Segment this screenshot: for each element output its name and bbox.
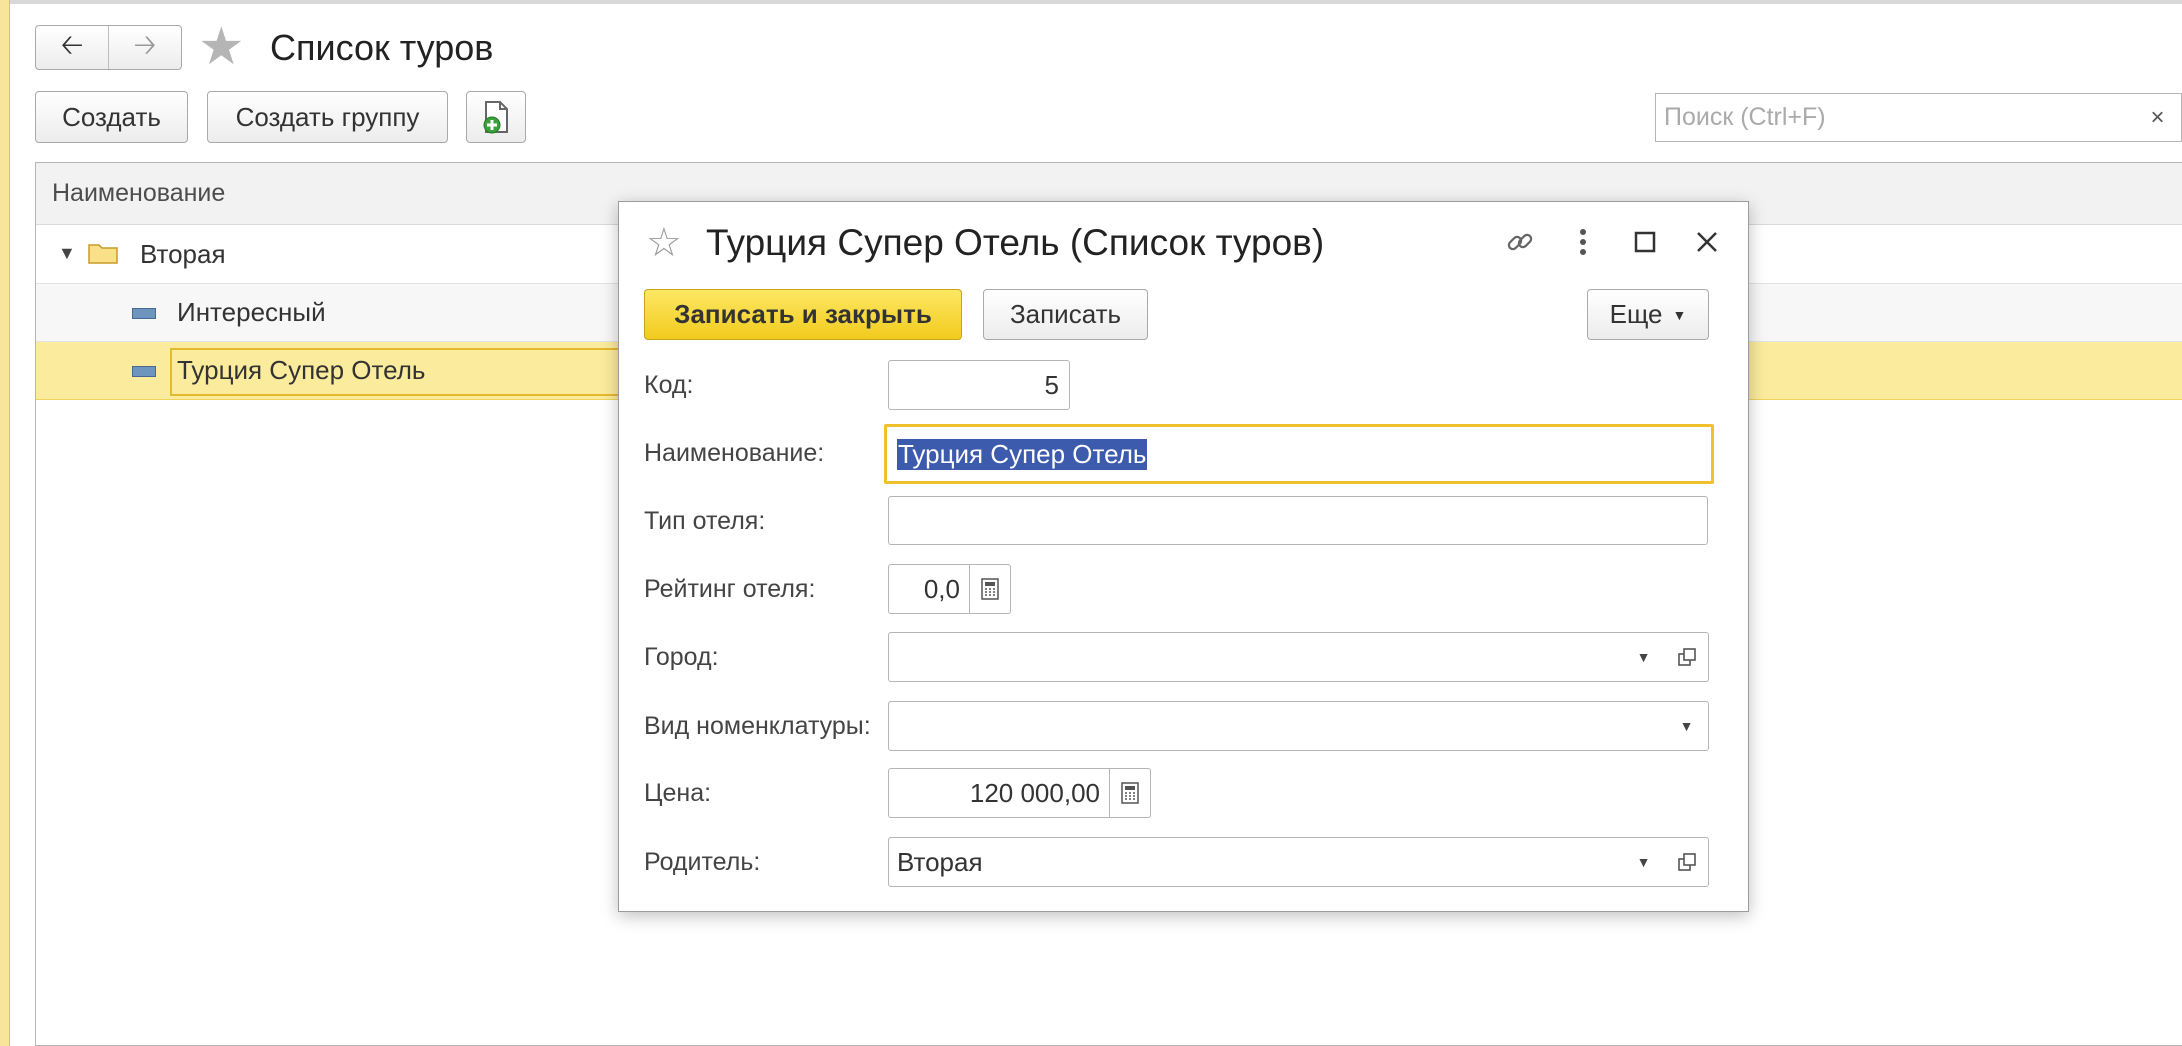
code-field[interactable]: 5 <box>888 360 1070 410</box>
more-menu-label: Еще <box>1609 299 1663 329</box>
search-clear-button[interactable]: × <box>2134 93 2182 142</box>
chevron-down-icon: ▼ <box>1636 649 1651 665</box>
back-button[interactable]: 🡠 <box>36 26 109 69</box>
nomenclature-kind-field[interactable] <box>888 701 1666 751</box>
more-actions-button[interactable] <box>1563 222 1603 262</box>
hotel-rating-label: Рейтинг отеля: <box>644 575 816 603</box>
city-open-button[interactable] <box>1665 632 1709 682</box>
city-label: Город: <box>644 643 719 671</box>
top-border <box>10 0 2182 4</box>
parent-open-button[interactable] <box>1665 837 1709 887</box>
name-field[interactable]: Турция Супер Отель <box>884 424 1714 484</box>
page-title: Список туров <box>270 27 494 68</box>
price-field[interactable]: 120 000,00 <box>888 768 1110 818</box>
name-label: Наименование: <box>644 439 825 467</box>
maximize-icon <box>1634 231 1656 253</box>
price-label: Цена: <box>644 779 712 807</box>
chevron-down-icon: ▼ <box>1679 718 1694 734</box>
create-group-button[interactable]: Создать группу <box>207 91 448 143</box>
city-dropdown-button[interactable]: ▼ <box>1622 632 1666 682</box>
arrow-right-icon: 🡢 <box>133 28 157 60</box>
list-item-label: Интересный <box>177 297 326 327</box>
search-input[interactable]: Поиск (Ctrl+F) <box>1655 93 2135 142</box>
close-icon: × <box>2150 103 2165 131</box>
maximize-button[interactable] <box>1625 222 1665 262</box>
more-menu-button[interactable]: Еще ▼ <box>1587 289 1709 340</box>
hotel-rating-field[interactable]: 0,0 <box>888 564 970 614</box>
folder-icon <box>88 244 118 264</box>
new-document-button[interactable] <box>466 91 526 143</box>
forward-button[interactable]: 🡢 <box>109 26 181 69</box>
element-icon <box>132 308 156 319</box>
left-panel-strip <box>0 0 10 1046</box>
expand-triangle-icon[interactable]: ▼ <box>58 243 76 264</box>
element-icon <box>132 366 156 377</box>
nomenclature-kind-dropdown-button[interactable]: ▼ <box>1665 701 1709 751</box>
chevron-down-icon: ▼ <box>1636 854 1651 870</box>
parent-dropdown-button[interactable]: ▼ <box>1622 837 1666 887</box>
code-label: Код: <box>644 371 694 399</box>
calculator-icon <box>1121 782 1139 804</box>
kebab-menu-icon <box>1580 229 1586 255</box>
favorite-star-icon[interactable]: ★ <box>198 20 245 74</box>
link-icon <box>1507 233 1533 251</box>
navigation-buttons: 🡠 🡢 <box>35 25 182 70</box>
arrow-left-icon: 🡠 <box>60 28 84 60</box>
create-button[interactable]: Создать <box>35 91 188 143</box>
link-button[interactable] <box>1500 222 1540 262</box>
city-field[interactable] <box>888 632 1623 682</box>
dialog-title: Турция Супер Отель (Список туров) <box>706 222 1325 263</box>
new-document-icon <box>483 101 508 134</box>
close-button[interactable] <box>1687 222 1727 262</box>
calculator-icon <box>981 578 999 600</box>
open-in-window-icon <box>1677 648 1696 666</box>
parent-field[interactable]: Вторая <box>888 837 1623 887</box>
open-in-window-icon <box>1677 853 1696 871</box>
rating-calculator-button[interactable] <box>969 564 1011 614</box>
price-calculator-button[interactable] <box>1109 768 1151 818</box>
favorite-star-icon[interactable]: ☆ <box>646 221 682 265</box>
list-item-label: Вторая <box>140 239 226 269</box>
hotel-type-label: Тип отеля: <box>644 507 766 535</box>
nomenclature-kind-label: Вид номенклатуры: <box>644 712 871 740</box>
save-and-close-button[interactable]: Записать и закрыть <box>644 289 962 340</box>
chevron-down-icon: ▼ <box>1672 306 1687 323</box>
hotel-type-field[interactable] <box>888 496 1708 545</box>
parent-label: Родитель: <box>644 848 761 876</box>
name-field-value: Турция Супер Отель <box>897 438 1148 470</box>
list-item-label: Турция Супер Отель <box>177 355 426 385</box>
close-icon <box>1697 232 1717 252</box>
save-button[interactable]: Записать <box>983 289 1148 340</box>
